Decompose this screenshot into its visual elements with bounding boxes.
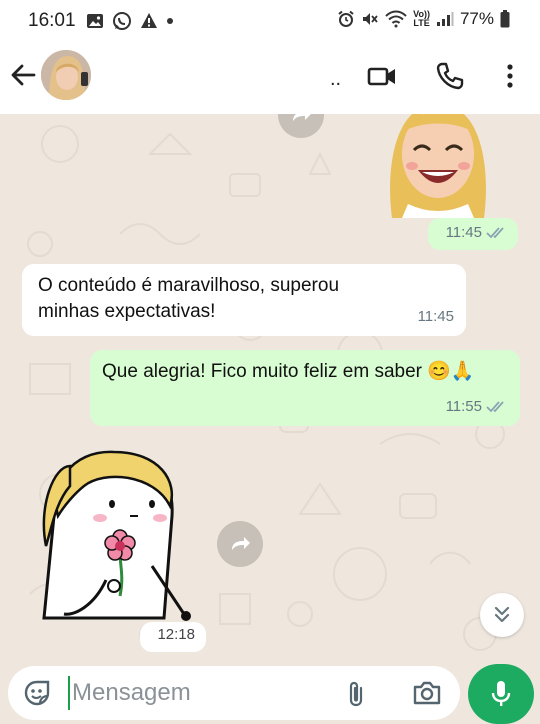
wifi-icon [385, 10, 407, 28]
camera-icon[interactable] [412, 679, 442, 707]
video-call-icon[interactable] [366, 60, 398, 92]
message-outgoing[interactable]: Que alegria! Fico muito feliz em saber 😊… [90, 350, 520, 426]
status-time: 16:01 [28, 10, 76, 31]
flower-girl-sticker-image [42, 450, 191, 621]
more-options-icon[interactable] [494, 60, 526, 92]
forward-button[interactable] [217, 521, 263, 567]
status-bar: 16:01 Vo)) LTE 77% [0, 0, 540, 42]
system-icons: Vo)) LTE 77% [337, 9, 510, 29]
message-time: 11:55 [445, 398, 482, 415]
avatar-photo [41, 50, 91, 100]
alarm-icon [338, 10, 354, 27]
sticker-incoming[interactable] [34, 446, 204, 622]
mute-icon [363, 13, 378, 25]
chat-area[interactable]: 11:45 O conteúdo é maravilhoso, superou … [0, 114, 540, 660]
notification-icons [86, 11, 174, 31]
message-text: Que alegria! Fico muito feliz em saber 😊… [102, 361, 475, 382]
message-text: O conteúdo é maravilhoso, superou minhas… [38, 275, 340, 322]
battery-percent: 77% [459, 9, 494, 28]
forward-icon [232, 537, 250, 550]
volte-indicator: Vo)) LTE [413, 10, 430, 28]
signal-icon [436, 12, 454, 26]
attach-icon[interactable] [344, 680, 368, 708]
sticker-time-badge: 11:45 [428, 218, 518, 250]
message-input-bar [0, 660, 540, 724]
sticker-outgoing[interactable] [378, 114, 496, 218]
dot-icon [167, 18, 173, 24]
phone-call-icon[interactable] [434, 60, 466, 92]
double-chevron-down-icon [494, 606, 510, 623]
chat-header: .. [0, 42, 540, 114]
avatar[interactable] [41, 50, 91, 100]
sticker-time-badge: 12:18 [140, 622, 206, 652]
microphone-icon [491, 681, 511, 706]
avatar-sticker-image [390, 114, 486, 218]
message-input-container [8, 666, 460, 720]
lte-label: LTE [413, 18, 430, 28]
read-ticks-icon [486, 227, 504, 239]
read-ticks-icon [486, 401, 504, 413]
sticker-icon[interactable] [22, 678, 52, 708]
message-input[interactable] [68, 676, 288, 710]
contact-name[interactable]: .. [330, 68, 341, 91]
message-time: 11:45 [417, 308, 454, 325]
back-arrow-icon[interactable] [8, 60, 38, 90]
warning-icon [141, 13, 157, 28]
message-incoming[interactable]: O conteúdo é maravilhoso, superou minhas… [22, 264, 466, 336]
message-time: 11:45 [445, 224, 482, 241]
scroll-to-bottom-button[interactable] [480, 593, 524, 637]
gallery-icon [87, 14, 103, 28]
forward-icon [293, 114, 311, 121]
voice-record-button[interactable] [468, 664, 534, 724]
battery-icon [500, 10, 510, 28]
whatsapp-icon [113, 12, 131, 30]
message-time: 12:18 [157, 626, 195, 643]
